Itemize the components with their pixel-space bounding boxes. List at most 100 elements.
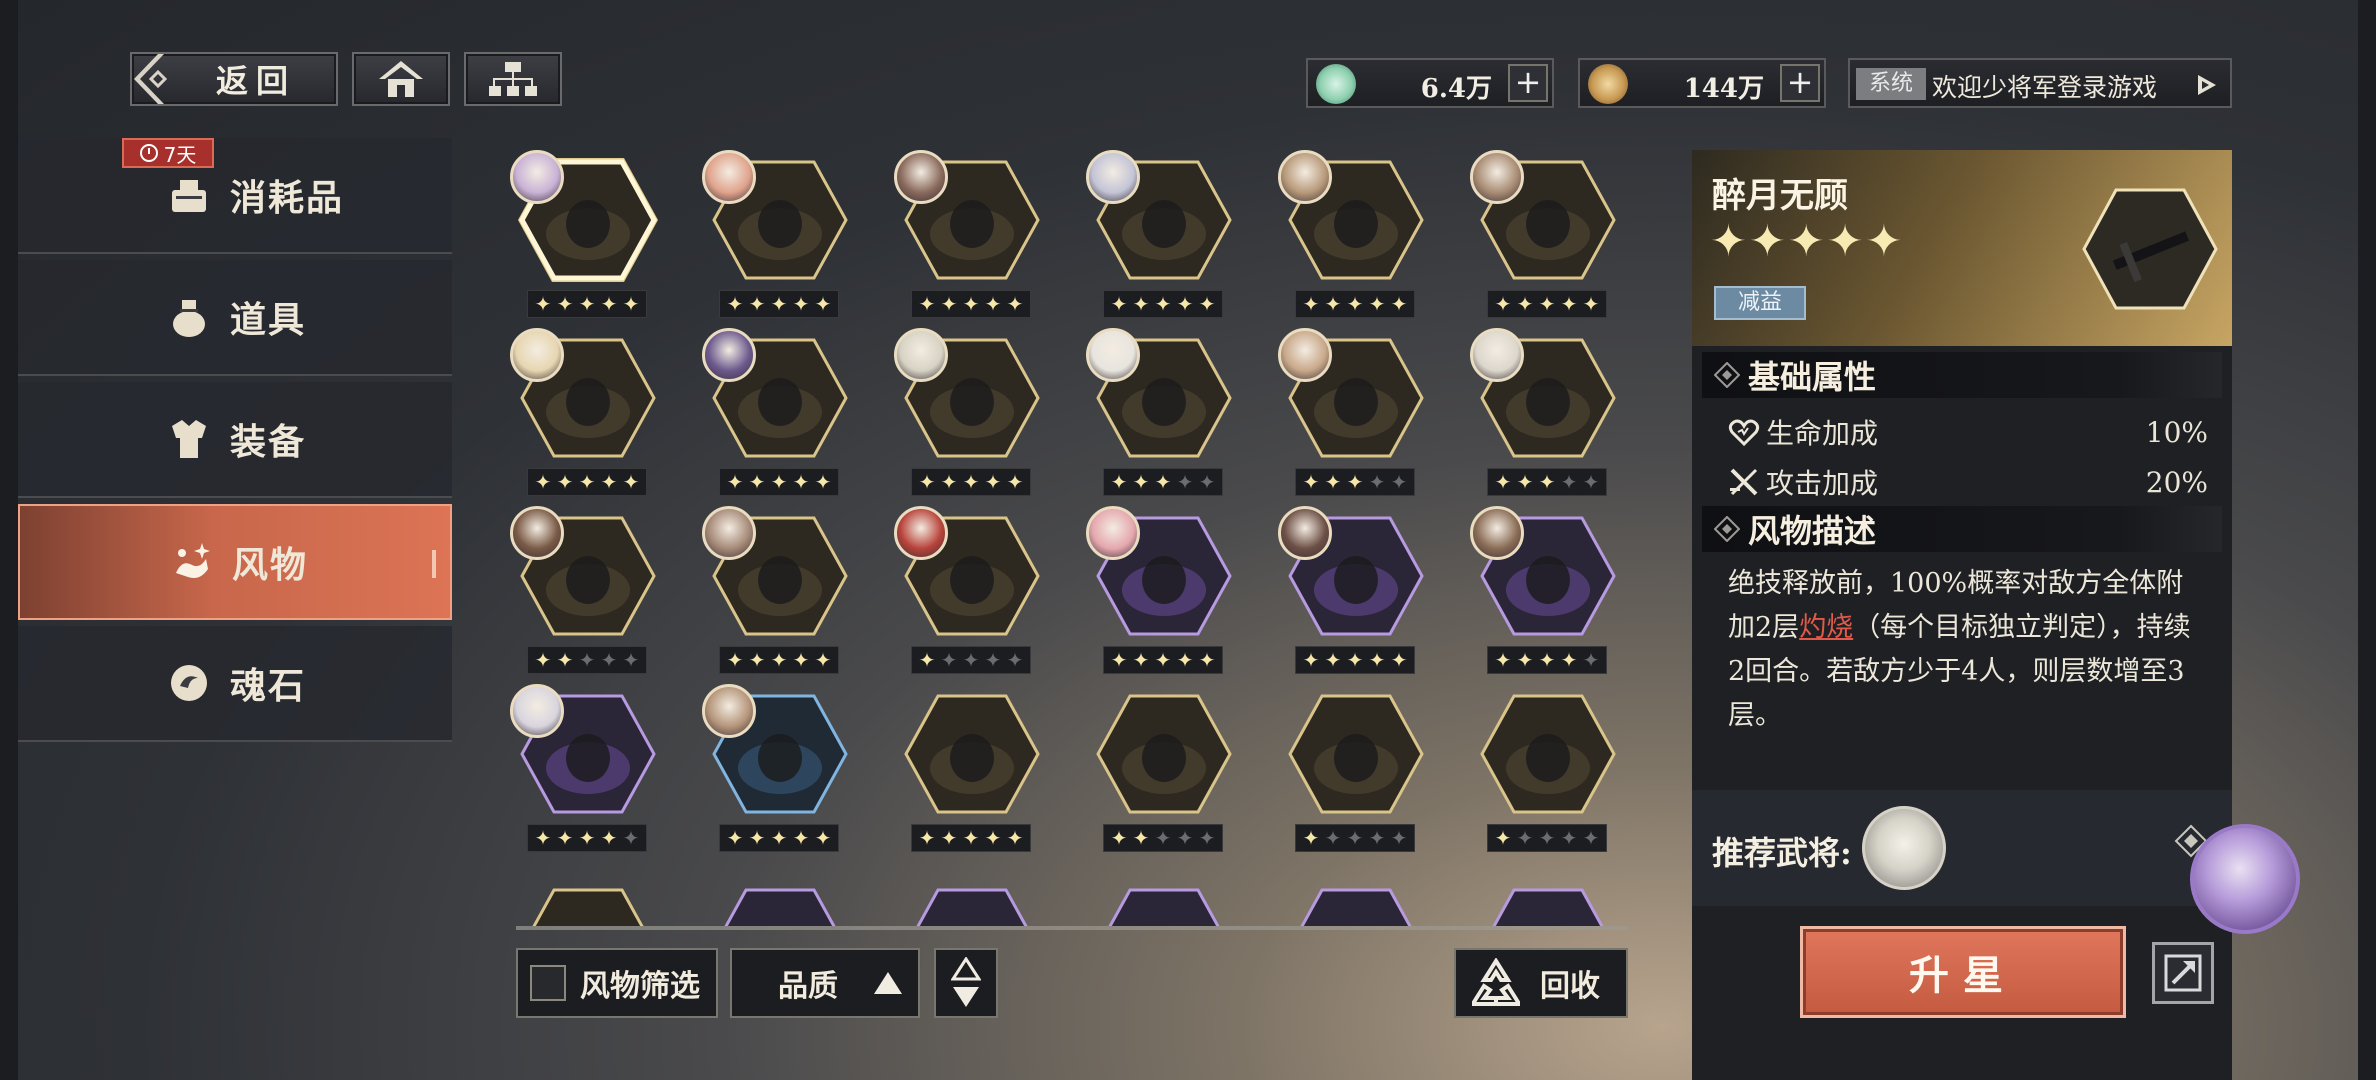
artifact-slot[interactable]: ✦ ✦ ✦ ✦ ✦ <box>1470 150 1626 320</box>
artifact-slot[interactable]: ✦ ✦ ✦ ✦ ✦ <box>702 328 858 498</box>
artifact-slot[interactable]: ✦ ✦ ✦ ✦ ✦ <box>1086 150 1242 320</box>
artifact-slot[interactable]: ✦ ✦ ✦ ✦ ✦ <box>510 684 666 854</box>
star-icon: ✦ <box>1176 648 1194 672</box>
artifact-slot[interactable] <box>1086 878 1242 926</box>
artifact-slot[interactable]: ✦ ✦ ✦ ✦ ✦ <box>1086 684 1242 854</box>
star-icon: ✦ <box>578 648 596 672</box>
star-icon: ✦ <box>622 470 640 494</box>
artifact-slot[interactable]: ✦ ✦ ✦ ✦ ✦ <box>1470 506 1626 676</box>
star-icon: ✦ <box>1302 826 1320 850</box>
expand-button[interactable] <box>2152 942 2214 1004</box>
filter-checkbox[interactable] <box>530 965 566 1001</box>
attr-value: 20% <box>2145 465 2208 499</box>
recycle-button[interactable]: 回收 <box>1454 948 1628 1018</box>
star-icon: ✦ <box>1132 470 1150 494</box>
add-jade-button[interactable]: + <box>1508 64 1548 102</box>
back-button[interactable]: 返回 <box>130 52 338 106</box>
upgrade-star-button[interactable]: 升星 <box>1800 926 2126 1018</box>
hero-avatar <box>1470 506 1524 560</box>
star-icon: ✦ <box>1538 292 1556 316</box>
artifact-slot[interactable] <box>894 878 1050 926</box>
system-message-bar[interactable]: 系统 欢迎少将军登录游戏 <box>1848 58 2232 108</box>
artifact-slot[interactable]: ✦ ✦ ✦ ✦ ✦ <box>1278 506 1434 676</box>
star-rating: ✦ ✦ ✦ ✦ ✦ <box>719 290 839 318</box>
artifact-slot[interactable]: ✦ ✦ ✦ ✦ ✦ <box>1470 328 1626 498</box>
star-icon: ✦ <box>1154 648 1172 672</box>
recommended-general-avatar[interactable] <box>1862 806 1946 890</box>
artifact-slot[interactable]: ✦ ✦ ✦ ✦ ✦ <box>894 684 1050 854</box>
jade-coin-icon <box>1316 64 1356 104</box>
artifact-slot[interactable]: ✦ ✦ ✦ ✦ ✦ <box>894 506 1050 676</box>
heart-icon <box>1728 419 1760 447</box>
hierarchy-icon <box>489 62 537 96</box>
artifact-slot[interactable]: ✦ ✦ ✦ ✦ ✦ <box>1278 328 1434 498</box>
star-rating: ✦ ✦ ✦ ✦ ✦ <box>1487 646 1607 674</box>
detail-header: 醉月无顾 ✦✦✦✦✦ 减益 <box>1692 150 2232 346</box>
artifact-slot[interactable]: ✦ ✦ ✦ ✦ ✦ <box>1278 684 1434 854</box>
home-button[interactable] <box>352 52 450 106</box>
sidebar-item-equipment[interactable]: 装备 <box>18 382 452 498</box>
artifact-slot[interactable] <box>702 878 858 926</box>
back-chevron-icon <box>134 54 168 104</box>
artifact-slot[interactable]: ✦ ✦ ✦ ✦ ✦ <box>510 150 666 320</box>
artifact-description: 绝技释放前，100%概率对敌方全体附加2层灼烧（每个目标独立判定），持续2回合。… <box>1728 562 2204 738</box>
star-rating: ✦ ✦ ✦ ✦ ✦ <box>527 646 647 674</box>
artifact-slot[interactable]: ✦ ✦ ✦ ✦ ✦ <box>894 150 1050 320</box>
assistant-avatar-button[interactable] <box>2190 824 2300 934</box>
star-rating: ✦ ✦ ✦ ✦ ✦ <box>1103 646 1223 674</box>
artifact-slot[interactable]: ✦ ✦ ✦ ✦ ✦ <box>1470 684 1626 854</box>
star-icon: ✦ <box>1110 826 1128 850</box>
attr-label: 攻击加成 <box>1766 467 1879 500</box>
add-copper-button[interactable]: + <box>1780 64 1820 102</box>
sidebar-item-items[interactable]: 道具 <box>18 260 452 376</box>
crossed-swords-icon <box>1730 468 1758 496</box>
star-icon: ✦ <box>1110 292 1128 316</box>
star-icon: ✦ <box>1176 470 1194 494</box>
star-icon: ✦ <box>1110 648 1128 672</box>
sidebar-item-consumables[interactable]: 消耗品 <box>18 138 452 254</box>
sidebar-item-label: 装备 <box>230 421 307 463</box>
star-icon: ✦ <box>962 470 980 494</box>
artifact-slot[interactable] <box>1278 878 1434 926</box>
artifact-filter-button[interactable]: 风物筛选 <box>516 948 718 1018</box>
star-icon: ✦ <box>1006 648 1024 672</box>
sidebar-item-artifacts[interactable]: 风物 <box>18 504 452 620</box>
artifact-slot[interactable]: ✦ ✦ ✦ ✦ ✦ <box>1086 506 1242 676</box>
artifact-slot[interactable] <box>1470 878 1626 926</box>
burn-keyword-link[interactable]: 灼烧 <box>1799 612 1853 643</box>
star-icon: ✦ <box>622 648 640 672</box>
artifact-slot[interactable] <box>510 878 666 926</box>
artifact-slot[interactable]: ✦ ✦ ✦ ✦ ✦ <box>702 684 858 854</box>
star-icon: ✦ <box>940 470 958 494</box>
star-icon: ✦ <box>1198 470 1216 494</box>
star-icon: ✦ <box>792 648 810 672</box>
system-tag: 系统 <box>1856 68 1926 100</box>
sidebar-item-soulstones[interactable]: 魂石 <box>18 626 452 742</box>
hierarchy-button[interactable] <box>464 52 562 106</box>
star-rating: ✦ ✦ ✦ ✦ ✦ <box>719 646 839 674</box>
hero-avatar <box>1470 150 1524 204</box>
consumable-icon <box>172 180 206 212</box>
star-icon: ✦ <box>1494 292 1512 316</box>
artifact-slot[interactable]: ✦ ✦ ✦ ✦ ✦ <box>1086 328 1242 498</box>
star-icon: ✦ <box>1176 826 1194 850</box>
jade-currency: 6.4万 + <box>1306 58 1554 108</box>
artifact-slot[interactable]: ✦ ✦ ✦ ✦ ✦ <box>1278 150 1434 320</box>
star-icon: ✦ <box>1494 470 1512 494</box>
artifact-slot[interactable]: ✦ ✦ ✦ ✦ ✦ <box>894 328 1050 498</box>
artifact-slot[interactable]: ✦ ✦ ✦ ✦ ✦ <box>702 150 858 320</box>
artifact-slot[interactable]: ✦ ✦ ✦ ✦ ✦ <box>702 506 858 676</box>
artifact-hex-icon <box>1492 888 1604 926</box>
star-icon: ✦ <box>984 292 1002 316</box>
star-icon: ✦ <box>1560 292 1578 316</box>
artifact-slot[interactable]: ✦ ✦ ✦ ✦ ✦ <box>510 506 666 676</box>
quality-sort-button[interactable]: 品质 <box>730 948 920 1018</box>
recycle-label: 回收 <box>1540 969 1600 1004</box>
hero-avatar <box>702 150 756 204</box>
artifact-slot[interactable]: ✦ ✦ ✦ ✦ ✦ <box>510 328 666 498</box>
star-icon: ✦ <box>1324 648 1342 672</box>
back-label: 返回 <box>215 62 296 100</box>
star-icon: ✦ <box>726 470 744 494</box>
sort-order-toggle[interactable] <box>934 948 998 1018</box>
star-icon: ✦ <box>600 292 618 316</box>
